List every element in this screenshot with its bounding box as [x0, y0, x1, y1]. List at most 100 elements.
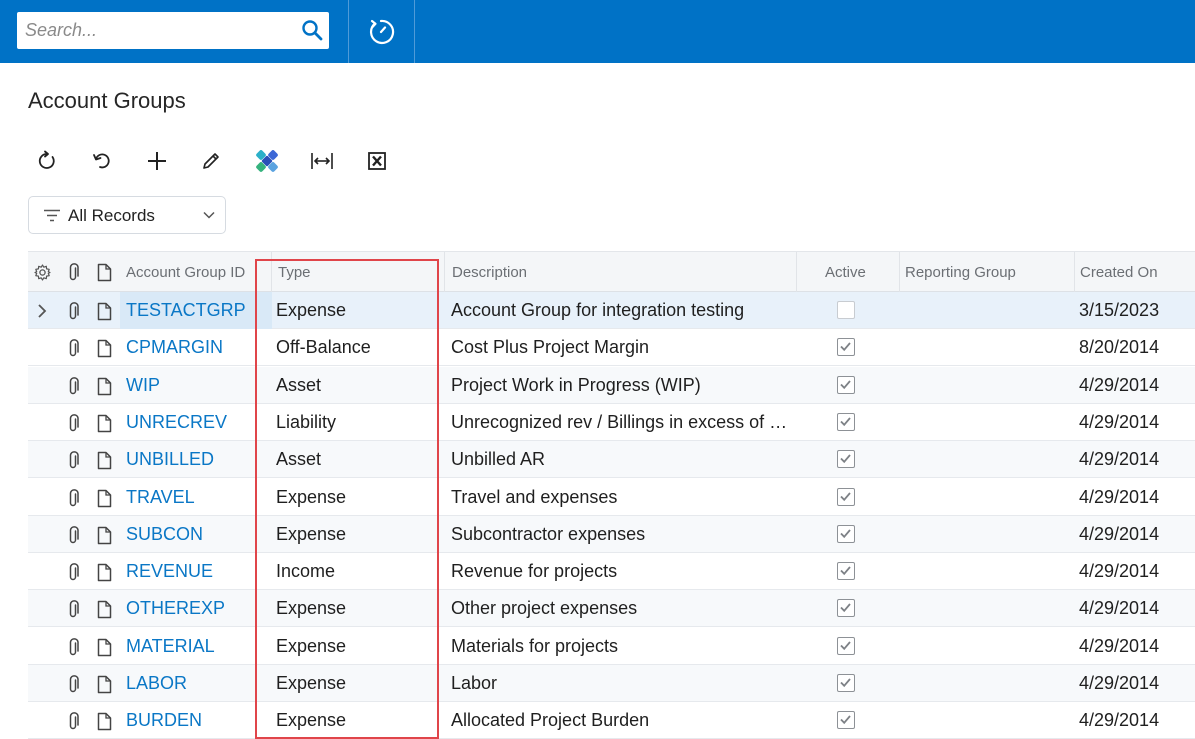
attachment-icon[interactable] [67, 563, 79, 582]
column-header-reporting-group[interactable]: Reporting Group [905, 252, 1016, 293]
description-cell: Materials for projects [451, 635, 619, 656]
reporting-group-cell [905, 590, 1070, 627]
note-icon[interactable] [97, 302, 112, 321]
export-excel-button[interactable] [365, 149, 389, 173]
search-icon[interactable] [301, 19, 323, 41]
note-icon[interactable] [97, 563, 112, 582]
note-icon[interactable] [97, 675, 112, 694]
table-row[interactable]: SUBCON Expense Subcontractor expenses 4/29/… [28, 515, 1195, 553]
table-row[interactable]: TRAVEL Expense Travel and expenses 4/29/201… [28, 478, 1195, 516]
active-checkbox[interactable] [837, 375, 855, 394]
attachment-icon[interactable] [67, 339, 79, 358]
filter-dropdown[interactable]: All Records [28, 196, 226, 234]
attachment-icon[interactable] [67, 376, 79, 396]
add-button[interactable] [145, 149, 169, 173]
attachment-icon[interactable] [67, 414, 79, 433]
refresh-button[interactable] [35, 149, 59, 173]
reporting-group-cell [905, 702, 1070, 739]
note-icon[interactable] [97, 638, 112, 657]
active-checkbox[interactable] [837, 412, 855, 431]
table-row[interactable]: LABOR Expense Labor 4/29/2014 [28, 665, 1195, 702]
account-group-id-link[interactable]: TRAVEL [120, 479, 272, 516]
table-row[interactable]: UNBILLED Asset Unbilled AR 4/29/2014 [28, 441, 1195, 479]
active-checkbox[interactable] [837, 301, 855, 319]
description-cell: Travel and expenses [451, 486, 618, 507]
reporting-group-cell [905, 292, 1070, 329]
active-checkbox[interactable] [837, 599, 855, 618]
attachment-icon[interactable] [67, 525, 79, 545]
account-group-id-link[interactable]: REVENUE [120, 553, 272, 590]
active-checkbox[interactable] [837, 636, 855, 655]
attachment-icon[interactable] [67, 600, 79, 619]
active-checkbox[interactable] [837, 674, 855, 692]
table-row[interactable]: REVENUE Income Revenue for projects 4/29/20… [28, 553, 1195, 591]
column-header-type[interactable]: Type [278, 252, 311, 293]
column-header-description[interactable]: Description [452, 252, 527, 293]
search-box[interactable] [17, 12, 329, 49]
active-checkbox[interactable] [837, 711, 855, 730]
undo-button[interactable] [90, 149, 114, 173]
type-cell: Liability [276, 411, 337, 432]
account-group-id-link[interactable]: CPMARGIN [120, 329, 272, 366]
note-icon[interactable] [97, 600, 112, 619]
grid-header: Account Group ID Type Description Active… [28, 251, 1195, 293]
created-on-cell: 4/29/2014 [1079, 598, 1160, 619]
filter-label: All Records [68, 206, 155, 225]
note-icon[interactable] [97, 377, 112, 396]
reporting-group-cell [905, 553, 1070, 590]
reporting-group-cell [905, 479, 1070, 516]
type-cell: Expense [276, 523, 347, 544]
active-checkbox[interactable] [837, 338, 855, 357]
table-row[interactable]: OTHEREXP Expense Other project expenses 4/2… [28, 590, 1195, 628]
history-icon[interactable] [366, 17, 396, 47]
table-row[interactable]: BURDEN Expense Allocated Project Burden 4/2… [28, 702, 1195, 739]
note-icon[interactable] [97, 526, 112, 545]
table-row[interactable]: MATERIAL Expense Materials for projects 4/2… [28, 627, 1195, 665]
account-group-id-link[interactable]: UNRECREV [120, 404, 272, 441]
active-checkbox[interactable] [837, 562, 855, 581]
account-group-id-link[interactable]: SUBCON [120, 516, 272, 553]
account-group-id-link[interactable]: UNBILLED [120, 441, 272, 478]
account-group-id-link[interactable]: WIP [120, 367, 272, 404]
account-group-id-link[interactable]: TESTACTGRP [120, 292, 272, 329]
attachment-icon[interactable] [67, 451, 79, 470]
active-checkbox[interactable] [837, 487, 855, 506]
note-icon[interactable] [97, 451, 112, 470]
table-row[interactable]: TESTACTGRP Expense Account Group for integ… [28, 292, 1195, 329]
table-row[interactable]: WIP Asset Project Work in Progress (WIP) 4/… [28, 366, 1195, 404]
filter-icon [44, 209, 60, 222]
check-icon [840, 491, 851, 501]
attachment-icon[interactable] [67, 302, 79, 321]
attachment-icon[interactable] [67, 712, 79, 731]
integration-button[interactable] [255, 149, 279, 173]
check-icon [840, 678, 851, 688]
note-icon[interactable] [97, 339, 112, 358]
active-checkbox[interactable] [837, 450, 855, 469]
type-cell: Expense [276, 300, 347, 320]
active-checkbox[interactable] [837, 524, 855, 543]
column-header-account-group-id[interactable]: Account Group ID [126, 252, 254, 293]
type-cell: Expense [276, 598, 347, 619]
note-icon[interactable] [97, 414, 112, 433]
note-icon[interactable] [97, 712, 112, 731]
account-group-id-link[interactable]: MATERIAL [120, 628, 272, 665]
table-row[interactable]: UNRECREV Liability Unrecognized rev / Bill… [28, 403, 1195, 441]
note-icon[interactable] [97, 489, 112, 508]
gear-icon[interactable] [34, 264, 51, 281]
attachment-icon[interactable] [67, 675, 79, 694]
description-cell: Cost Plus Project Margin [451, 337, 650, 358]
account-group-id-link[interactable]: BURDEN [120, 702, 272, 739]
account-group-id-link[interactable]: LABOR [120, 665, 272, 702]
table-row[interactable]: CPMARGIN Off-Balance Cost Plus Project Mar… [28, 329, 1195, 367]
column-separator [1074, 252, 1075, 293]
edit-button[interactable] [199, 149, 223, 173]
attachment-icon[interactable] [67, 488, 79, 508]
chevron-right-icon[interactable] [37, 303, 47, 319]
search-input[interactable] [25, 12, 295, 49]
attachment-icon[interactable] [67, 637, 79, 657]
column-header-active[interactable]: Active [825, 252, 866, 293]
fit-columns-button[interactable] [310, 149, 334, 173]
account-group-id-link[interactable]: OTHEREXP [120, 590, 272, 627]
type-cell: Off-Balance [276, 337, 371, 358]
column-header-created-on[interactable]: Created On [1080, 252, 1158, 293]
